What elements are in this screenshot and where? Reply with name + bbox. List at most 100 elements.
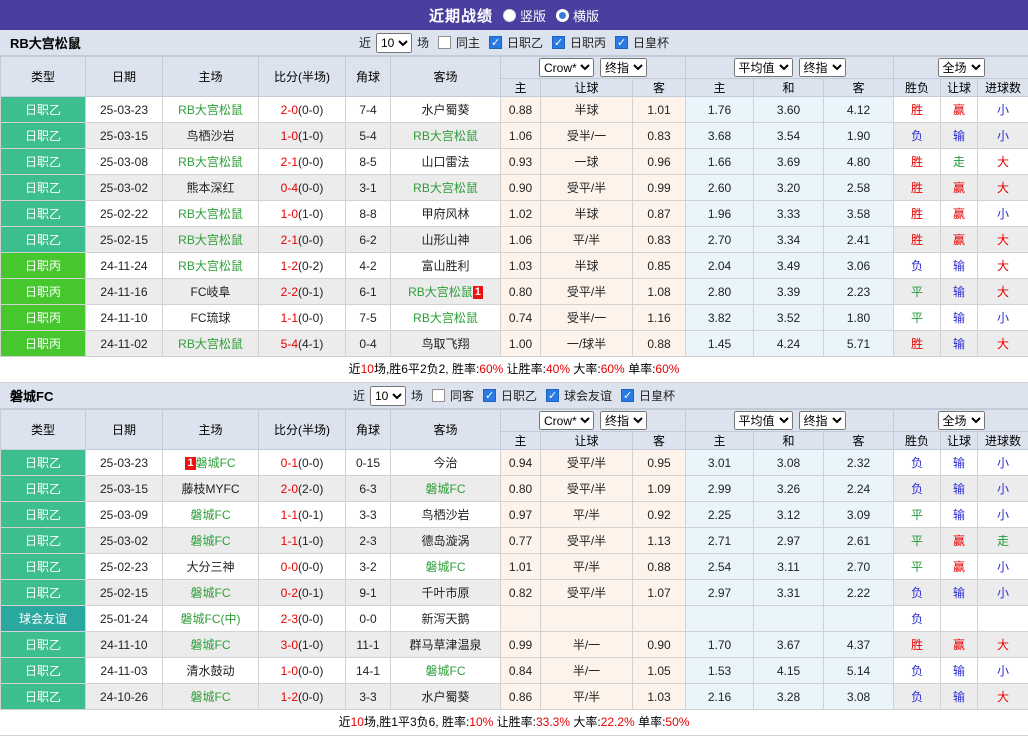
away-team-cell: 鸟栖沙岩 — [391, 502, 501, 528]
away-team-link[interactable]: RB大宫松鼠1 — [408, 285, 483, 299]
avg-away-cell: 3.58 — [824, 201, 894, 227]
full-match-select[interactable]: 全场 — [938, 58, 985, 77]
avg-time-select[interactable]: 终指 — [799, 58, 846, 77]
league-checkbox-1[interactable] — [546, 389, 559, 402]
away-team-link[interactable]: 富山胜利 — [421, 259, 469, 273]
corner-cell: 8-5 — [346, 149, 391, 175]
handicap-cell — [541, 606, 633, 632]
away-team-link[interactable]: 甲府风林 — [421, 207, 469, 221]
league-checkbox-0[interactable] — [483, 389, 496, 402]
avg-draw-cell: 3.08 — [754, 450, 824, 476]
odds-time-select[interactable]: 终指 — [600, 58, 647, 77]
home-team-link[interactable]: 磐城FC(中) — [181, 612, 241, 626]
score-cell: 1-2(0-2) — [259, 253, 346, 279]
home-team-link[interactable]: RB大宫松鼠 — [178, 259, 243, 273]
away-team-link[interactable]: 鸟取飞翔 — [421, 337, 469, 351]
away-team-link[interactable]: 千叶市原 — [421, 586, 469, 600]
league-checkbox-2[interactable] — [621, 389, 634, 402]
home-team-link[interactable]: 磐城FC — [191, 534, 231, 548]
handicap-cell: 受平/半 — [541, 528, 633, 554]
league-checkbox-1[interactable] — [552, 36, 565, 49]
home-team-link[interactable]: 熊本深红 — [186, 181, 234, 195]
home-team-link[interactable]: FC琉球 — [191, 311, 231, 325]
match-row: 日职乙24-11-03清水鼓动1-0(0-0)14-1磐城FC0.84半/一1.… — [1, 658, 1028, 684]
same-venue-checkbox[interactable] — [432, 389, 445, 402]
home-team-link[interactable]: 磐城FC — [191, 508, 231, 522]
away-team-link[interactable]: 磐城FC — [426, 664, 466, 678]
summary-stat-value: 50% — [665, 715, 689, 729]
corner-cell: 6-2 — [346, 227, 391, 253]
avg-company-select[interactable]: 平均值 — [734, 411, 793, 430]
away-team-link[interactable]: RB大宫松鼠 — [413, 181, 478, 195]
home-team-link[interactable]: 磐城FC — [191, 586, 231, 600]
odds-home-cell: 0.84 — [501, 658, 541, 684]
away-team-link[interactable]: 鸟栖沙岩 — [421, 508, 469, 522]
home-team-link[interactable]: 鸟栖沙岩 — [186, 129, 234, 143]
home-team-link[interactable]: RB大宫松鼠 — [178, 155, 243, 169]
summary-stat-value: 10 — [351, 715, 364, 729]
home-team-link[interactable]: RB大宫松鼠 — [178, 233, 243, 247]
away-team-link[interactable]: 山口雷法 — [421, 155, 469, 169]
date-cell: 25-03-02 — [86, 528, 163, 554]
home-team-link[interactable]: 藤枝MYFC — [182, 482, 240, 496]
result-wdl-cell: 负 — [894, 606, 941, 632]
result-handicap-cell: 赢 — [941, 97, 978, 123]
fulltime-score: 1-2 — [281, 259, 298, 273]
away-team-link[interactable]: 德岛漩涡 — [421, 534, 469, 548]
away-team-link[interactable]: 磐城FC — [426, 482, 466, 496]
handicap-cell: 半球 — [541, 253, 633, 279]
avg-col-header-0: 主 — [686, 432, 754, 450]
away-team-link[interactable]: RB大宫松鼠 — [413, 129, 478, 143]
away-team-link[interactable]: 磐城FC — [426, 560, 466, 574]
radio-unselected-icon — [556, 9, 569, 22]
home-team-link[interactable]: 清水鼓动 — [186, 664, 234, 678]
avg-away-cell: 2.23 — [824, 279, 894, 305]
league-checkbox-2[interactable] — [615, 36, 628, 49]
home-team-cell: 清水鼓动 — [163, 658, 259, 684]
radio-horizontal-label: 横版 — [573, 6, 599, 25]
avg-source-header: 平均值终指 — [686, 410, 894, 432]
team-sections: RB大宫松鼠近10场同主日职乙日职丙日皇杯类型日期主场比分(半场)角球客场Cro… — [0, 30, 1028, 736]
away-team-link[interactable]: 水户蜀葵 — [421, 690, 469, 704]
odds-home-cell: 0.88 — [501, 97, 541, 123]
match-count-select[interactable]: 10 — [376, 33, 412, 53]
radio-vertical-layout[interactable]: 竖版 — [503, 6, 546, 25]
avg-draw-cell: 3.69 — [754, 149, 824, 175]
away-team-link[interactable]: RB大宫松鼠 — [413, 311, 478, 325]
odds-company-select[interactable]: Crow* — [539, 411, 594, 430]
corner-cell: 3-1 — [346, 175, 391, 201]
same-venue-checkbox[interactable] — [438, 36, 451, 49]
home-team-link[interactable]: RB大宫松鼠 — [178, 103, 243, 117]
result-goals-cell: 小 — [978, 658, 1028, 684]
avg-time-select[interactable]: 终指 — [799, 411, 846, 430]
home-team-link[interactable]: 磐城FC — [191, 638, 231, 652]
odds-time-select[interactable]: 终指 — [600, 411, 647, 430]
odds-col-header-2: 客 — [633, 432, 686, 450]
away-team-link[interactable]: 群马草津温泉 — [409, 638, 481, 652]
away-team-link[interactable]: 新泻天鹅 — [421, 612, 469, 626]
home-team-link[interactable]: RB大宫松鼠 — [178, 207, 243, 221]
home-team-link[interactable]: RB大宫松鼠 — [178, 337, 243, 351]
odds-home-cell: 0.80 — [501, 476, 541, 502]
odds-home-cell: 0.74 — [501, 305, 541, 331]
home-team-link[interactable]: FC岐阜 — [191, 285, 231, 299]
avg-company-select[interactable]: 平均值 — [734, 58, 793, 77]
league-label-2: 日皇杯 — [639, 387, 675, 404]
odds-company-select[interactable]: Crow* — [539, 58, 594, 77]
rank-badge: 1 — [473, 286, 483, 299]
result-wdl-cell: 胜 — [894, 201, 941, 227]
away-team-link[interactable]: 水户蜀葵 — [421, 103, 469, 117]
home-team-link[interactable]: 1磐城FC — [185, 456, 235, 470]
radio-horizontal-layout[interactable]: 横版 — [556, 6, 599, 25]
away-team-link[interactable]: 山形山神 — [421, 233, 469, 247]
match-count-select[interactable]: 10 — [370, 386, 406, 406]
home-team-link[interactable]: 磐城FC — [191, 690, 231, 704]
result-handicap-cell: 输 — [941, 580, 978, 606]
away-team-link[interactable]: 今治 — [433, 456, 457, 470]
league-checkbox-0[interactable] — [489, 36, 502, 49]
home-team-link[interactable]: 大分三神 — [186, 560, 234, 574]
full-match-select[interactable]: 全场 — [938, 411, 985, 430]
home-team-cell: RB大宫松鼠 — [163, 331, 259, 357]
date-cell: 24-11-10 — [86, 632, 163, 658]
home-team-cell: 磐城FC — [163, 502, 259, 528]
